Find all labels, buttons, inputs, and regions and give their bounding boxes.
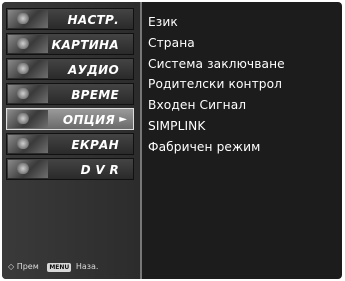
menu-item-audio[interactable]: АУДИО [6,58,134,80]
arrow-right-icon: ► [119,114,127,125]
tv-osd-screen: НАСТР. КАРТИНА АУДИО ВРЕМЕ ОПЦИЯ ► ЕКРАН… [2,2,342,279]
audio-thumbnail-icon [8,60,48,78]
menu-item-screen[interactable]: ЕКРАН [6,133,134,155]
hint-bar: ◇ Прем MENU Наза. [8,260,98,274]
screen-thumbnail-icon [8,135,48,153]
dvr-thumbnail-icon [8,160,48,178]
submenu-item-factory-mode[interactable]: Фабричен режим [148,137,338,158]
menu-item-label: ОПЦИЯ [62,113,115,127]
menu-item-label: D V R [80,163,119,177]
back-hint-label: Наза. [75,262,99,271]
menu-item-label: КАРТИНА [51,38,119,52]
submenu-item-lock-system[interactable]: Система заключване [148,54,338,75]
menu-item-label: АУДИО [68,63,119,77]
menu-item-option[interactable]: ОПЦИЯ ► [6,108,134,130]
submenu-item-parental-control[interactable]: Родителски контрол [148,74,338,95]
option-submenu: Език Страна Система заключване Родителск… [148,12,338,158]
menu-item-picture[interactable]: КАРТИНА [6,33,134,55]
submenu-item-language[interactable]: Език [148,12,338,33]
menu-item-setup[interactable]: НАСТР. [6,8,134,30]
menu-item-label: ЕКРАН [71,138,119,152]
navigate-hint-label: Прем [16,262,39,271]
menu-item-time[interactable]: ВРЕМЕ [6,83,134,105]
time-thumbnail-icon [8,85,48,103]
submenu-item-country[interactable]: Страна [148,33,338,54]
menu-item-dvr[interactable]: D V R [6,158,134,180]
main-menu-panel: НАСТР. КАРТИНА АУДИО ВРЕМЕ ОПЦИЯ ► ЕКРАН… [2,2,142,279]
menu-key-icon: MENU [47,262,72,272]
navigate-icon: ◇ [8,262,15,271]
menu-item-label: НАСТР. [67,13,119,27]
option-thumbnail-icon [8,110,48,128]
submenu-item-simplink[interactable]: SIMPLINK [148,116,338,137]
menu-item-label: ВРЕМЕ [71,88,119,102]
setup-thumbnail-icon [8,10,48,28]
picture-thumbnail-icon [8,35,48,53]
submenu-item-input-signal[interactable]: Входен Сигнал [148,95,338,116]
